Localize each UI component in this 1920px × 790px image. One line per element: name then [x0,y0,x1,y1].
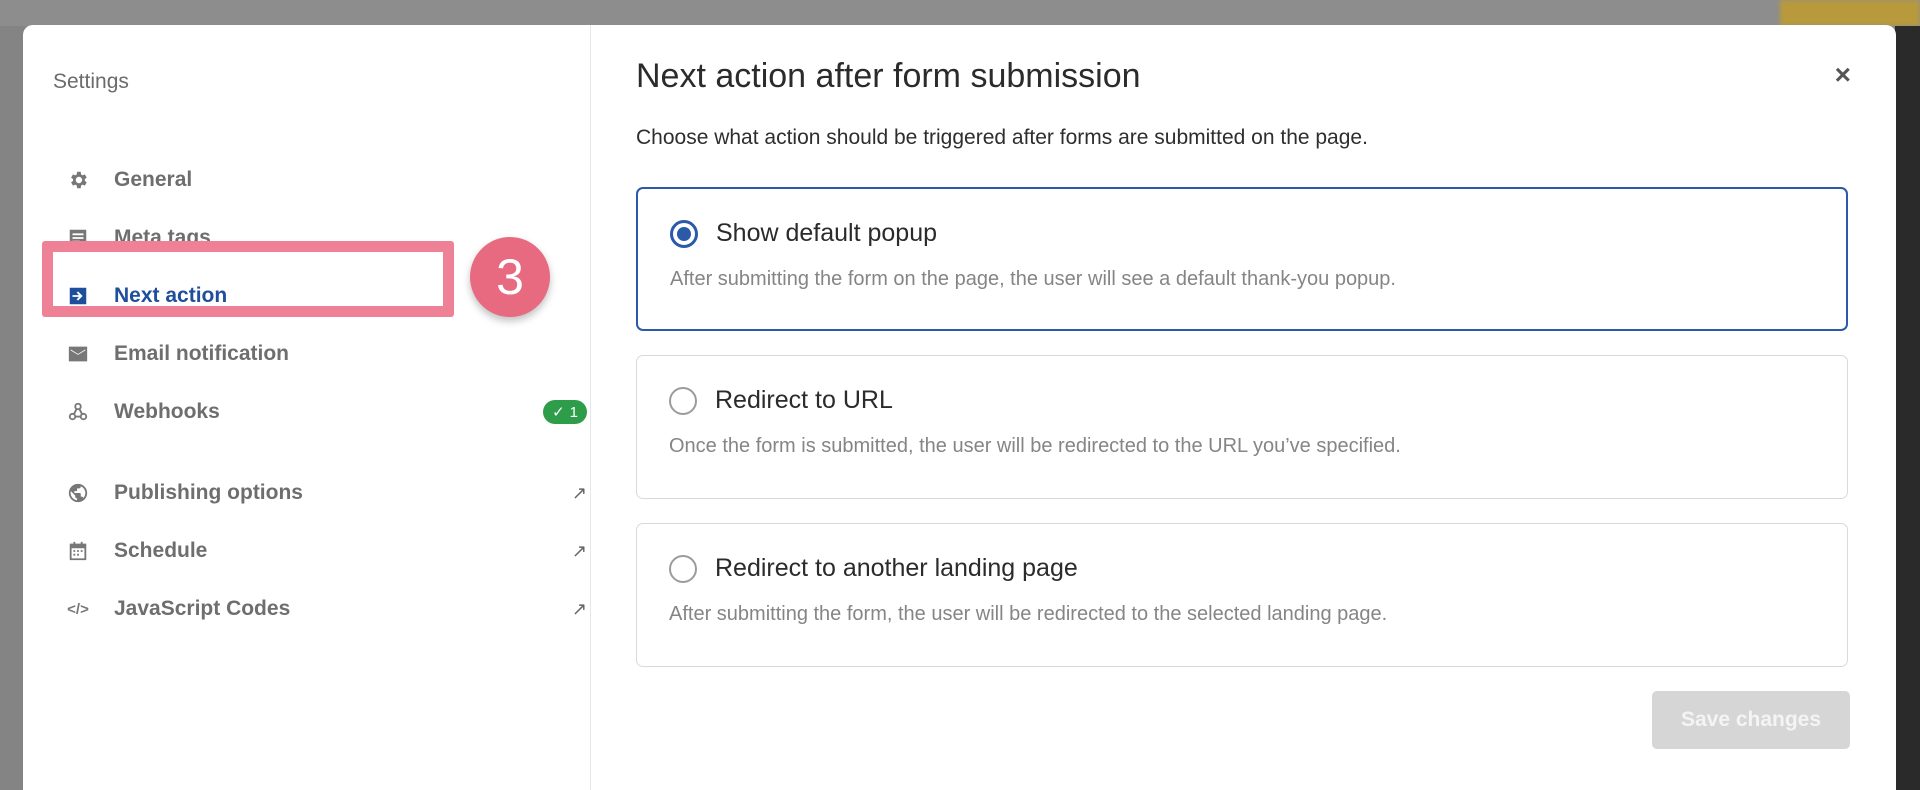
radio-redirect-to-landing-page[interactable] [669,554,697,583]
sidebar-item-javascript-codes[interactable]: </> JavaScript Codes ↗ [67,589,587,629]
sidebar-item-label: Webhooks [114,400,220,423]
option-redirect-to-url[interactable]: Redirect to URL Once the form is submitt… [636,355,1848,499]
check-icon: ✓ [552,404,565,421]
option-label: Redirect to URL [715,386,893,414]
settings-modal: Settings General Meta tags Next action E… [23,25,1896,790]
option-show-default-popup[interactable]: Show default popup After submitting the … [636,187,1848,331]
globe-icon [67,482,89,504]
option-description: Once the form is submitted, the user wil… [669,435,1401,457]
radio-show-default-popup[interactable] [670,219,698,248]
option-redirect-to-landing-page[interactable]: Redirect to another landing page After s… [636,523,1848,667]
arrow-right-icon [67,285,89,307]
webhook-icon [67,401,89,423]
sidebar-item-label: General [114,168,193,191]
webhooks-count-badge: ✓ 1 [543,400,587,424]
sidebar-item-label: Schedule [114,539,208,562]
sidebar-item-label: Email notification [114,342,290,365]
sidebar-item-label: JavaScript Codes [114,597,291,620]
tutorial-step-marker: 3 [470,237,550,317]
external-link-icon: ↗ [571,540,587,561]
sidebar-item-schedule[interactable]: Schedule ↗ [67,531,587,571]
external-link-icon: ↗ [571,482,587,503]
sidebar-item-general[interactable]: General [67,160,587,200]
sidebar-title: Settings [53,70,129,93]
page-description: Choose what action should be triggered a… [636,126,1368,149]
close-button[interactable]: × [1835,59,1851,91]
backdrop-button [1780,0,1920,26]
calendar-icon [67,540,89,562]
radio-redirect-to-url[interactable] [669,386,697,415]
option-label: Show default popup [716,219,938,247]
option-description: After submitting the form, the user will… [669,603,1388,625]
sidebar-item-label: Next action [114,284,228,307]
sidebar-item-label: Meta tags [114,226,211,249]
sidebar-item-publishing-options[interactable]: Publishing options ↗ [67,473,587,513]
sidebar-item-email-notification[interactable]: Email notification [67,334,587,374]
sidebar-item-label: Publishing options [114,481,303,504]
gear-icon [67,169,89,191]
code-icon: </> [67,600,89,618]
save-changes-button[interactable]: Save changes [1652,691,1850,749]
envelope-icon [67,343,89,365]
option-description: After submitting the form on the page, t… [670,268,1396,290]
sidebar-item-webhooks[interactable]: Webhooks ✓ 1 [67,392,587,432]
page-title: Next action after form submission [636,57,1141,95]
backdrop-edge [1895,26,1920,790]
option-label: Redirect to another landing page [715,554,1078,582]
settings-sidebar: Settings General Meta tags Next action E… [23,25,591,790]
settings-main-panel: Next action after form submission × Choo… [591,25,1896,790]
document-icon [67,227,89,249]
external-link-icon: ↗ [571,598,587,619]
